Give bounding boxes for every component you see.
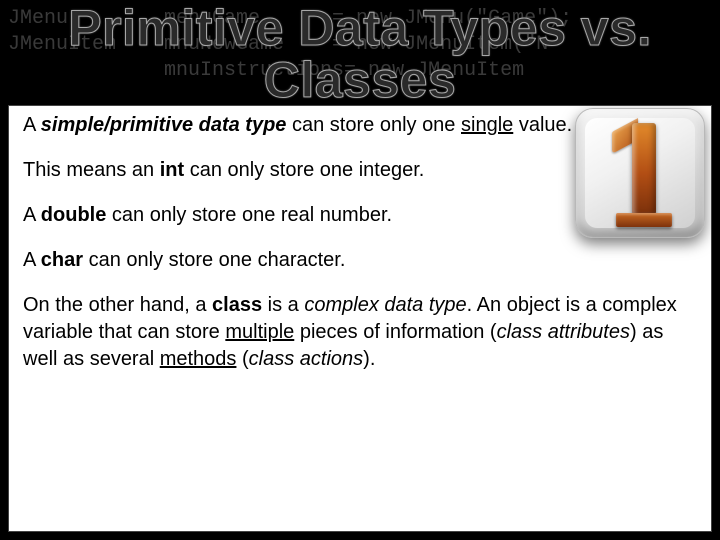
paragraph-char: A char can only store one character. xyxy=(23,247,697,274)
paragraph-primitive-definition: A simple/primitive data type can store o… xyxy=(23,112,697,139)
paragraph-class-definition: On the other hand, a class is a complex … xyxy=(23,292,697,373)
paragraph-int: This means an int can only store one int… xyxy=(23,157,697,184)
paragraph-double: A double can only store one real number. xyxy=(23,202,697,229)
slide-title: Primitive Data Types vs. Classes xyxy=(0,0,720,106)
content-panel: A simple/primitive data type can store o… xyxy=(8,105,712,532)
